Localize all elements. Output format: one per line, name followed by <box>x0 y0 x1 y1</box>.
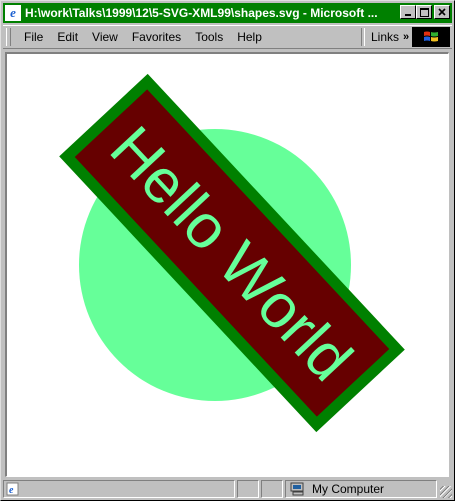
status-pane-2 <box>237 480 259 498</box>
links-chevron-icon[interactable]: » <box>403 31 409 43</box>
links-separator <box>361 28 365 46</box>
svg-document: Hello World <box>59 73 405 433</box>
menu-tools-label: Tools <box>195 30 224 44</box>
svg-text:e: e <box>9 485 14 496</box>
menu-edit-label: Edit <box>57 30 79 44</box>
maximize-button[interactable] <box>416 5 432 19</box>
ie-page-icon[interactable]: e <box>5 5 21 21</box>
menu-favorites[interactable]: Favorites <box>125 30 188 44</box>
menu-edit[interactable]: Edit <box>50 30 85 44</box>
close-button[interactable] <box>434 5 450 19</box>
window-title: H:\work\Talks\1999\12\5-SVG-XML99\shapes… <box>25 6 378 20</box>
minimize-icon <box>405 14 411 16</box>
toolbar-grip[interactable] <box>6 28 11 46</box>
page-content: Hello World <box>5 52 449 477</box>
menu-tools[interactable]: Tools <box>188 30 230 44</box>
page-status-icon: e <box>6 482 19 496</box>
title-bar[interactable]: e H:\work\Talks\1999\12\5-SVG-XML99\shap… <box>3 3 452 23</box>
menu-bar: File Edit View Favorites Tools Help Link… <box>3 25 452 49</box>
security-zone-pane[interactable]: My Computer <box>285 480 437 498</box>
maximize-icon <box>419 7 429 17</box>
resize-grip[interactable] <box>440 486 452 498</box>
menu-help-label: Help <box>237 30 262 44</box>
menu-view-label: View <box>92 30 118 44</box>
links-button[interactable]: Links <box>371 30 399 44</box>
minimize-button[interactable] <box>400 5 416 19</box>
computer-icon <box>290 482 304 496</box>
close-icon <box>438 8 446 16</box>
menu-view[interactable]: View <box>85 30 125 44</box>
menu-help[interactable]: Help <box>230 30 269 44</box>
zone-label: My Computer <box>312 482 385 496</box>
windows-logo-icon <box>412 27 450 47</box>
links-toolbar: Links » <box>361 26 409 48</box>
status-pane-3 <box>261 480 283 498</box>
browser-window: e H:\work\Talks\1999\12\5-SVG-XML99\shap… <box>0 0 455 501</box>
menu-file[interactable]: File <box>17 30 50 44</box>
window-controls <box>400 5 450 19</box>
status-bar: e My Computer <box>3 480 452 498</box>
menu-file-label: File <box>24 30 44 44</box>
status-text-pane: e <box>3 480 235 498</box>
menu-favorites-label: Favorites <box>131 30 182 44</box>
